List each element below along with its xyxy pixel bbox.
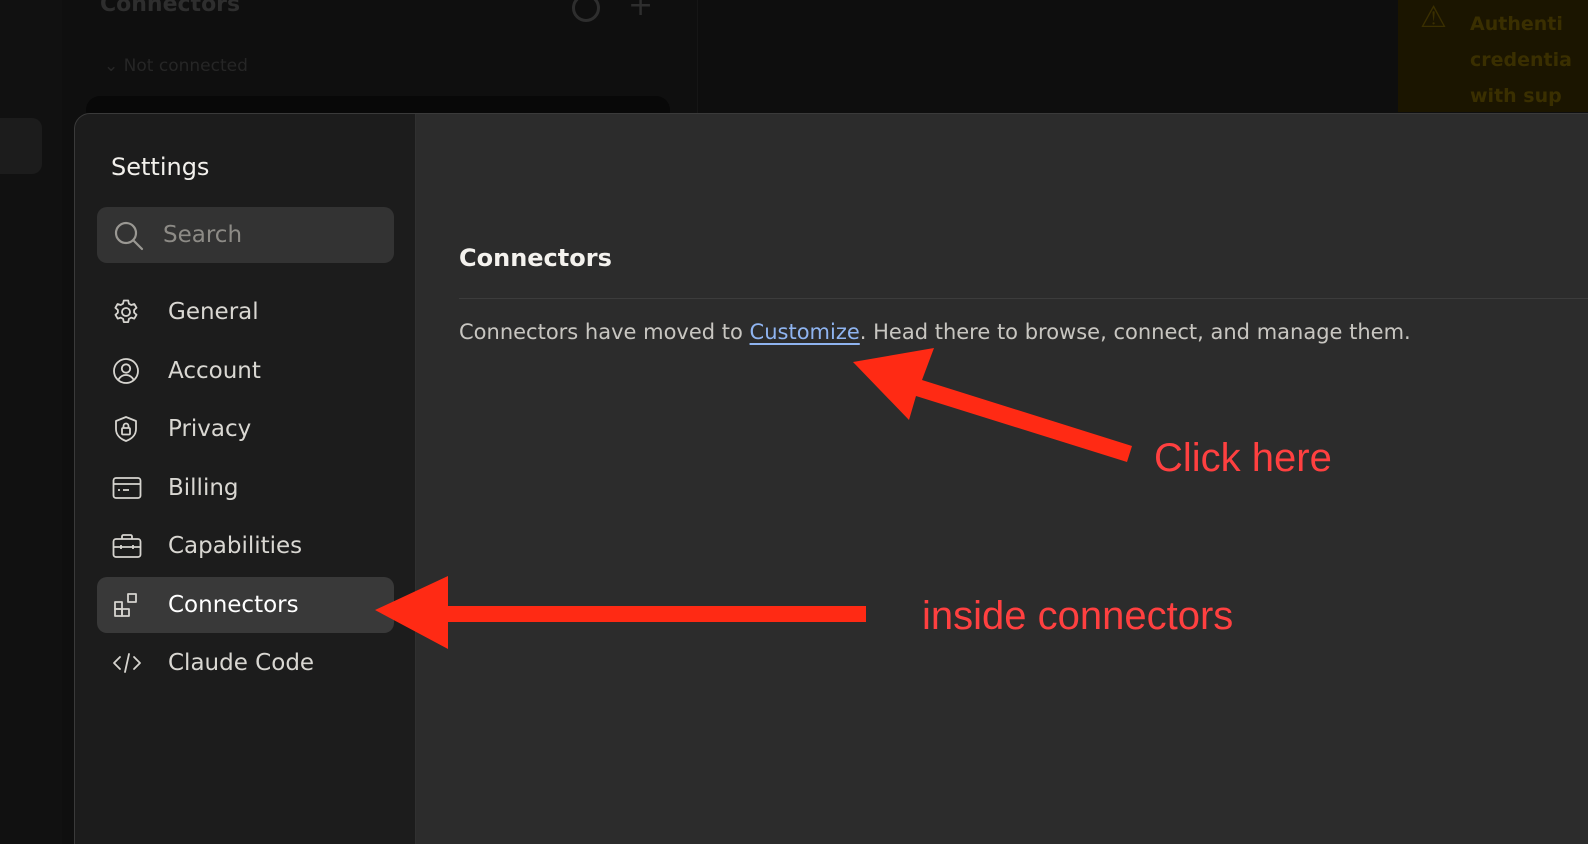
sidebar-item-label: Privacy [168, 416, 252, 442]
settings-content: Connectors Connectors have moved to Cust… [417, 114, 1588, 844]
sidebar-item-privacy[interactable]: Privacy [97, 401, 394, 457]
shield-lock-icon [112, 415, 140, 443]
sidebar-item-label: Connectors [168, 591, 299, 618]
background-left-rail [0, 0, 62, 844]
credit-card-icon [112, 474, 142, 502]
search-input[interactable] [163, 217, 383, 253]
sidebar-item-claude-code[interactable]: Claude Code [97, 635, 394, 691]
background-warning-text: Authenti credentia with sup [1470, 13, 1572, 107]
message-text-after: . Head there to browse, connect, and man… [859, 320, 1411, 344]
briefcase-icon [112, 532, 142, 560]
message-text-before: Connectors have moved to [459, 320, 750, 344]
sidebar-item-capabilities[interactable]: Capabilities [97, 518, 394, 574]
customize-link[interactable]: Customize [750, 320, 860, 344]
sidebar-item-label: Capabilities [168, 533, 303, 559]
section-divider [459, 298, 1588, 299]
sidebar-item-label: Billing [168, 474, 239, 501]
account-icon [112, 357, 140, 385]
code-icon [112, 649, 141, 677]
sidebar-item-label: General [168, 299, 259, 325]
search-icon [113, 220, 145, 256]
background-rail-item [0, 118, 42, 174]
sidebar-item-account[interactable]: Account [97, 343, 394, 399]
sidebar-item-connectors[interactable]: Connectors [97, 576, 394, 633]
section-title: Connectors [459, 244, 612, 272]
connectors-moved-message: Connectors have moved to Customize. Head… [459, 320, 1411, 344]
sidebar-item-label: Account [168, 357, 261, 384]
background-panel-title: Connectors [100, 0, 241, 17]
gear-icon [112, 298, 140, 326]
settings-search[interactable] [97, 207, 394, 263]
settings-nav: General Account Privacy Billing Capabili… [97, 284, 394, 694]
connectors-icon [112, 591, 140, 619]
sidebar-item-label: Claude Code [168, 650, 315, 676]
settings-title: Settings [111, 153, 210, 181]
settings-dialog: Settings General [74, 113, 1588, 844]
sidebar-item-billing[interactable]: Billing [97, 460, 394, 516]
warning-icon: ⚠ [1420, 0, 1447, 35]
settings-sidebar: Settings General [75, 114, 416, 844]
background-plus-icon: + [628, 0, 654, 23]
background-panel-subtitle: ⌄ Not connected [104, 56, 248, 76]
sidebar-item-general[interactable]: General [97, 284, 394, 340]
